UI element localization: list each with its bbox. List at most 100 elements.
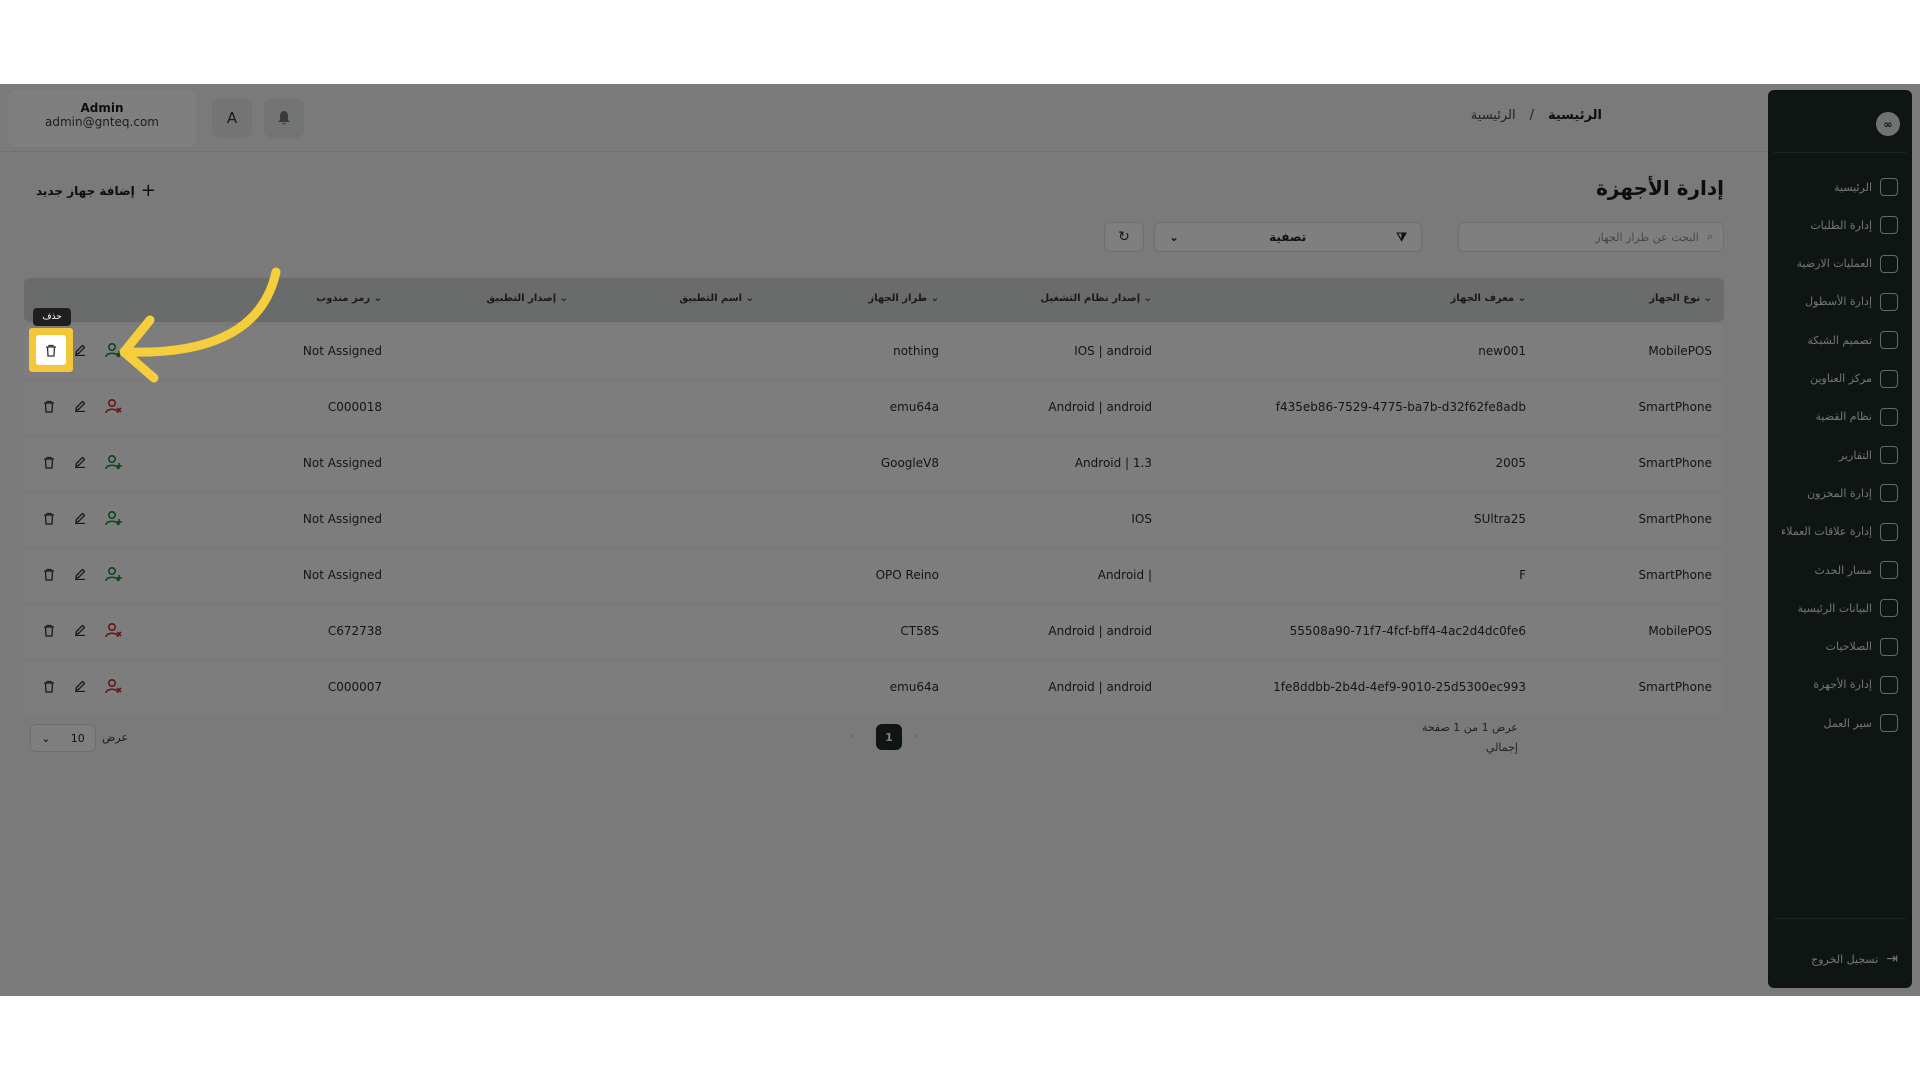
filter-label: تصفية [1269,230,1307,244]
unassign-user-button[interactable] [103,621,125,643]
cell-device-id: SUltra25 [1474,512,1526,526]
sidebar-item-label: نظام القضية [1815,410,1872,424]
pencil-icon [74,456,86,472]
header-device-type[interactable]: نوع الجهاز ⌄ [1649,293,1712,304]
cell-rep-code: C672738 [327,624,382,638]
sidebar-item-label: إدارة الطلبات [1810,218,1872,232]
next-page-icon[interactable]: › [914,729,918,742]
logout-button[interactable]: ⇥ تسجيل الخروج [1770,946,1898,972]
trash-icon [43,568,55,585]
logout-icon: ⇥ [1886,951,1898,967]
page-button-current[interactable]: 1 [876,724,902,750]
workflow-icon [1880,714,1898,733]
route-icon [1880,561,1898,579]
user-add-icon [105,510,123,530]
case-icon [1880,407,1898,426]
page-size-select[interactable]: ⌄ 10 [30,724,96,752]
user-add-icon [105,566,123,586]
device-icon [1880,675,1898,694]
sidebar-item[interactable]: البيانات الرئيسية [1770,595,1898,621]
pencil-icon [74,512,86,528]
sidebar-item[interactable]: الرئيسية [1770,174,1898,200]
cell-rep-code: C000007 [327,680,382,694]
sidebar-item-label: الرئيسية [1834,180,1872,194]
edit-button[interactable] [69,565,91,587]
sidebar-divider [1774,152,1906,153]
page-info-range: عرض 1 من 1 صفحة [1421,721,1518,734]
sidebar-item[interactable]: مركز العناوين [1770,366,1898,392]
reports-icon [1880,446,1898,465]
refresh-button[interactable]: ↻ [1104,222,1144,252]
prev-page-icon[interactable]: ‹ [850,729,854,742]
table-row[interactable]: SmartPhone F Android | OPO Reino Not Assigne… [24,550,1724,602]
users-icon [1880,637,1898,656]
breadcrumb-current[interactable]: الرئيسية [1548,108,1602,123]
edit-button[interactable] [69,509,91,531]
user-remove-icon [105,678,123,698]
header-app-name[interactable]: اسم التطبيق ⌄ [679,293,754,304]
cell-device-type: MobilePOS [1648,344,1712,358]
header-device-model[interactable]: طراز الجهاز ⌄ [868,293,939,304]
tutorial-arrow [119,267,281,383]
cell-device-id: new001 [1478,344,1526,358]
sidebar-item[interactable]: تصميم الشبكة [1770,327,1898,353]
edit-button[interactable] [69,621,91,643]
logout-label: تسجيل الخروج [1811,952,1879,966]
delete-button[interactable] [38,565,60,587]
pagination: ⌄ 10 عرض ‹ 1 › عرض 1 من 1 صفحة إجمالي [0,718,1720,758]
cell-os-version: Android | android [1048,624,1152,638]
header-os-version[interactable]: إصدار نظام التشغيل ⌄ [1040,293,1152,304]
truck-icon [1880,292,1898,311]
cell-device-model: emu64a [889,400,939,414]
sidebar-item[interactable]: الصلاحيات [1770,634,1898,660]
cell-os-version: IOS [1131,512,1152,526]
orders-icon [1880,216,1898,235]
page-info-total: إجمالي [1485,741,1518,754]
sidebar-item[interactable]: التقارير [1770,442,1898,468]
sidebar-item[interactable]: سير العمل [1770,710,1898,736]
filter-select[interactable]: ⌄ تصفية ⧩ [1154,222,1422,252]
sidebar-item-label: سير العمل [1823,716,1872,730]
sidebar-item-label: البيانات الرئيسية [1797,601,1872,615]
cell-device-model: CT58S [900,624,939,638]
header-device-id[interactable]: معرف الجهاز ⌄ [1450,293,1526,304]
sidebar-item[interactable]: إدارة المخزون [1770,480,1898,506]
sidebar-item[interactable]: إدارة علاقات العملاء [1770,519,1898,545]
assign-user-button[interactable] [103,453,125,475]
search-icon: ⌕ [1706,230,1713,243]
table-row[interactable]: SmartPhone 2005 Android | 1.3 GoogleV8 Not A… [24,438,1724,490]
cell-device-type: SmartPhone [1638,568,1712,582]
table-row[interactable]: SmartPhone SUltra25 IOS Not Assigned [24,494,1724,546]
header-rep-code[interactable]: رمز مندوب ⌄ [316,293,382,304]
sidebar-item[interactable]: مسار الحدث [1770,557,1898,583]
breadcrumb-separator: / [1529,108,1534,123]
search-input[interactable]: ⌕ البحث عن طراز الجهاز [1458,222,1724,252]
page-title: إدارة الأجهزة [1596,176,1724,200]
cell-rep-code: Not Assigned [302,512,382,526]
assign-user-button[interactable] [103,565,125,587]
header-app-version[interactable]: إصدار التطبيق ⌄ [486,293,568,304]
cell-os-version: Android | android [1048,400,1152,414]
unassign-user-button[interactable] [103,677,125,699]
cell-os-version: Android | 1.3 [1074,456,1152,470]
edit-button[interactable] [69,677,91,699]
delete-button[interactable] [38,509,60,531]
edit-button[interactable] [69,453,91,475]
sidebar-divider [1774,918,1906,919]
sidebar-item[interactable]: نظام القضية [1770,404,1898,430]
page-size-label: عرض [102,731,128,744]
sidebar-item[interactable]: إدارة الأسطول [1770,289,1898,315]
sidebar-item[interactable]: العمليات الارضية [1770,251,1898,277]
delete-button[interactable] [38,677,60,699]
sidebar-item[interactable]: إدارة الأجهزة [1770,672,1898,698]
table-row[interactable]: SmartPhone 1fe8ddbb-2b4d-4ef9-9010-25d530… [24,662,1724,714]
delete-button[interactable] [38,453,60,475]
table-row[interactable]: MobilePOS 55508a90-71f7-4fcf-bff4-4ac2d4d… [24,606,1724,658]
app-window: ∞ الرئيسية إدارة الطلبات العمليات الارضية إ… [0,84,1920,996]
sidebar-item[interactable]: إدارة الطلبات [1770,212,1898,238]
assign-user-button[interactable] [103,509,125,531]
trash-icon [43,680,55,697]
breadcrumb-home[interactable]: الرئيسية [1471,108,1516,123]
cell-device-model: OPO Reino [875,568,939,582]
delete-button[interactable] [38,621,60,643]
